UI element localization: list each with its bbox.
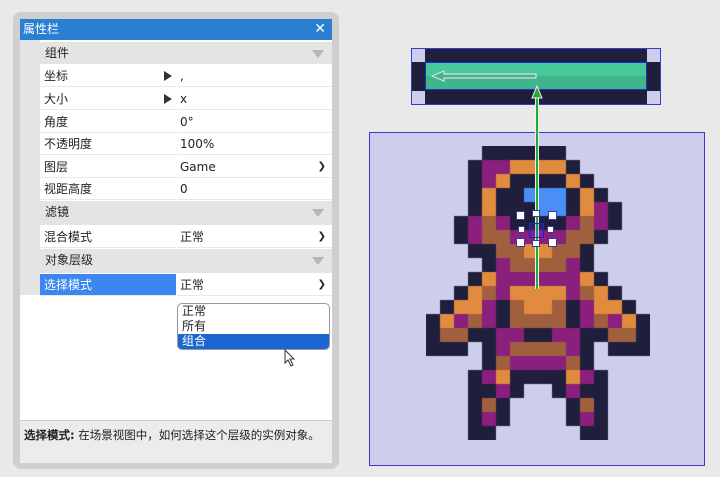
prop-label: 视距高度 [40,178,176,200]
prop-position: 坐标, [40,65,332,87]
collapse-triangle-icon[interactable] [312,209,324,217]
scale-handle[interactable] [516,211,525,220]
help-title: 选择模式: [24,428,75,442]
chevron-down-icon: ❯ [317,279,326,290]
chevron-down-icon: ❯ [317,161,326,172]
prop-label: 混合模式 [40,226,176,248]
dropdown-option-normal[interactable]: 正常 [178,304,329,319]
prop-select-mode: 选择模式 正常 ❯ [40,274,332,296]
blend-mode-value: 正常 [180,230,205,244]
select-mode-value: 正常 [180,278,205,292]
scale-handle[interactable] [548,211,557,220]
help-description: 在场景视图中，如何选择这个层级的实例对象。 [74,428,320,442]
properties-panel-body: 属性栏 ✕ 组件 坐标, 大小 x 角度 0° 不透明度 100% 图层 Game ❯ 视… [20,19,332,463]
select-mode-dropdown: 正常 所有 组合 [177,303,330,350]
layer-value: Game [180,160,216,174]
collapse-triangle-icon[interactable] [312,50,324,58]
close-icon[interactable]: ✕ [314,19,326,40]
dropdown-option-group[interactable]: 组合 [178,334,329,349]
section-component[interactable]: 组件 [40,42,332,64]
section-label: 对象层级 [45,253,94,267]
collapse-triangle-icon[interactable] [312,257,324,265]
mouse-cursor-icon [284,349,296,367]
position-input[interactable]: , [177,65,332,87]
scale-handle[interactable] [532,210,540,217]
scale-handle[interactable] [516,238,525,247]
prop-label: 坐标 [40,65,176,87]
prop-label: 不透明度 [40,133,176,155]
resize-handle[interactable] [412,91,425,104]
resize-handle[interactable] [412,49,425,62]
section-object-layer[interactable]: 对象层级 [40,249,332,273]
arrow-left-icon [430,70,537,82]
help-text: 选择模式: 在场景视图中，如何选择这个层级的实例对象。 [20,420,332,463]
properties-panel: 属性栏 ✕ 组件 坐标, 大小 x 角度 0° 不透明度 100% 图层 Game ❯ 视… [13,12,339,469]
section-label: 组件 [45,46,70,60]
scale-handle[interactable] [518,226,525,233]
prop-layer: 图层 Game ❯ [40,156,332,178]
scale-handle[interactable] [548,238,557,247]
panel-title-bar: 属性栏 ✕ [20,19,332,40]
prop-angle: 角度 0° [40,111,332,133]
expand-arrow-icon[interactable] [164,71,172,81]
resize-handle[interactable] [647,49,660,62]
layer-select[interactable]: Game ❯ [177,156,332,178]
pivot-handle[interactable] [529,223,544,238]
prop-label: 图层 [40,156,176,178]
move-arrow-gizmo[interactable] [528,84,548,294]
scale-handle[interactable] [547,226,554,233]
section-label: 滤镜 [45,205,70,219]
section-filter[interactable]: 滤镜 [40,201,332,225]
expand-arrow-icon[interactable] [164,94,172,104]
prop-label: 选择模式 [40,274,176,296]
panel-gutter [20,40,40,295]
prop-size: 大小 x [40,88,332,110]
prop-label: 角度 [40,111,176,133]
select-mode-select[interactable]: 正常 ❯ [177,274,332,296]
blend-mode-select[interactable]: 正常 ❯ [177,226,332,248]
prop-opacity: 不透明度 100% [40,133,332,155]
panel-title: 属性栏 [23,22,60,36]
resize-handle[interactable] [647,91,660,104]
view-height-input[interactable]: 0 [177,178,332,200]
angle-input[interactable]: 0° [177,111,332,133]
prop-label: 大小 [40,88,176,110]
prop-view-height: 视距高度 0 [40,178,332,200]
prop-blend-mode: 混合模式 正常 ❯ [40,226,332,248]
size-input[interactable]: x [177,88,332,110]
scale-handle[interactable] [532,240,540,247]
chevron-down-icon: ❯ [317,231,326,242]
dropdown-option-all[interactable]: 所有 [178,319,329,334]
opacity-input[interactable]: 100% [177,133,332,155]
